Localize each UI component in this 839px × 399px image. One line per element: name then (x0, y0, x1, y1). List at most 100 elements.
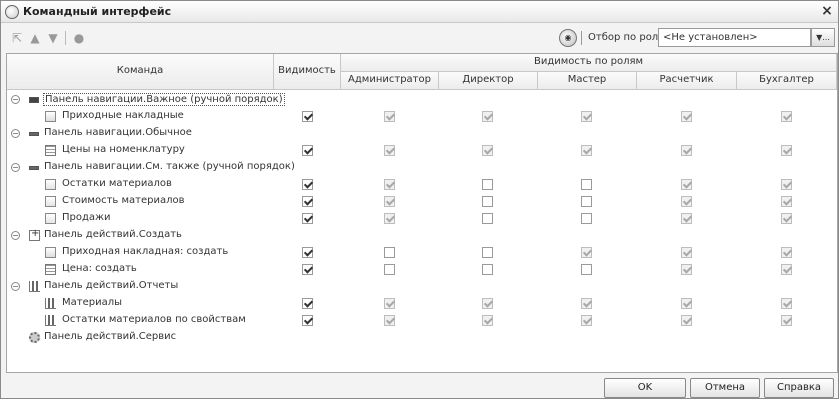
header-role[interactable]: Мастер (538, 72, 637, 90)
role-visibility-checkbox[interactable] (781, 179, 792, 190)
role-visibility-checkbox[interactable] (384, 298, 395, 309)
tree-group-row[interactable]: − Панель действий.Создать (7, 227, 837, 244)
visibility-checkbox[interactable] (302, 111, 313, 122)
header-command[interactable]: Команда (7, 54, 274, 90)
role-visibility-checkbox[interactable] (681, 145, 692, 156)
tree-group-row[interactable]: − Панель действий.Отчеты (7, 278, 837, 295)
role-visibility-checkbox[interactable] (384, 179, 395, 190)
header-visibility[interactable]: Видимость (274, 54, 341, 90)
move-to-group-icon[interactable]: ⇱ (9, 30, 25, 46)
role-visibility-checkbox[interactable] (384, 196, 395, 207)
tree-group-row[interactable]: − Панель навигации.Обычное (7, 125, 837, 142)
role-visibility-checkbox[interactable] (781, 111, 792, 122)
tree-command-row[interactable]: Материалы (7, 295, 837, 312)
role-visibility-checkbox[interactable] (384, 247, 395, 258)
role-visibility-checkbox[interactable] (482, 196, 493, 207)
commands-grid: Команда Видимость Видимость по ролям Адм… (6, 53, 838, 373)
collapse-icon[interactable]: − (11, 95, 20, 104)
move-up-icon[interactable]: ▲ (27, 30, 43, 46)
tree-command-row[interactable]: Остатки материалов (7, 176, 837, 193)
visibility-checkbox[interactable] (302, 264, 313, 275)
role-visibility-checkbox[interactable] (482, 213, 493, 224)
header-role[interactable]: Директор (439, 72, 538, 90)
tree-command-row[interactable]: Остатки материалов по свойствам (7, 312, 837, 329)
role-visibility-checkbox[interactable] (681, 264, 692, 275)
tree-command-row[interactable]: Приходная накладная: создать (7, 244, 837, 261)
tree-command-row[interactable]: Стоимость материалов (7, 193, 837, 210)
window-title: Командный интерфейс (23, 5, 172, 18)
role-visibility-checkbox[interactable] (781, 298, 792, 309)
role-visibility-checkbox[interactable] (781, 315, 792, 326)
role-visibility-checkbox[interactable] (581, 264, 592, 275)
role-visibility-checkbox[interactable] (384, 111, 395, 122)
collapse-icon[interactable]: − (11, 282, 20, 291)
role-visibility-checkbox[interactable] (781, 196, 792, 207)
navbar-icon (29, 132, 39, 136)
role-visibility-checkbox[interactable] (681, 213, 692, 224)
command-label: Материалы (62, 297, 122, 308)
role-visibility-checkbox[interactable] (681, 111, 692, 122)
role-visibility-checkbox[interactable] (482, 179, 493, 190)
role-filter-select[interactable]: <Не установлен> (658, 28, 811, 47)
role-visibility-checkbox[interactable] (482, 264, 493, 275)
role-visibility-checkbox[interactable] (681, 179, 692, 190)
header-role[interactable]: Расчетчик (637, 72, 737, 90)
role-visibility-checkbox[interactable] (581, 213, 592, 224)
role-visibility-checkbox[interactable] (384, 145, 395, 156)
header-role[interactable]: Администратор (341, 72, 439, 90)
visibility-checkbox[interactable] (302, 145, 313, 156)
visibility-checkbox[interactable] (302, 213, 313, 224)
refresh-icon[interactable]: ● (71, 30, 87, 46)
role-visibility-checkbox[interactable] (482, 145, 493, 156)
role-visibility-checkbox[interactable] (581, 196, 592, 207)
role-visibility-checkbox[interactable] (681, 298, 692, 309)
role-visibility-checkbox[interactable] (681, 315, 692, 326)
role-visibility-checkbox[interactable] (781, 264, 792, 275)
role-visibility-checkbox[interactable] (384, 264, 395, 275)
visibility-checkbox[interactable] (302, 196, 313, 207)
tree-command-row[interactable]: Цены на номенклатуру (7, 142, 837, 159)
role-visibility-checkbox[interactable] (482, 298, 493, 309)
collapse-icon[interactable]: − (11, 231, 20, 240)
header-role[interactable]: Бухгалтер (737, 72, 837, 90)
tree-command-row[interactable]: Цена: создать (7, 261, 837, 278)
role-visibility-checkbox[interactable] (581, 298, 592, 309)
role-visibility-checkbox[interactable] (384, 213, 395, 224)
cancel-button[interactable]: Отмена (690, 378, 760, 398)
role-visibility-checkbox[interactable] (781, 145, 792, 156)
tree-command-row[interactable]: Продажи (7, 210, 837, 227)
role-visibility-checkbox[interactable] (581, 179, 592, 190)
collapse-icon[interactable]: − (11, 163, 20, 172)
role-visibility-checkbox[interactable] (581, 247, 592, 258)
role-visibility-checkbox[interactable] (384, 315, 395, 326)
command-label: Приходная накладная: создать (62, 246, 229, 257)
role-visibility-checkbox[interactable] (781, 247, 792, 258)
tree-group-row[interactable]: − Панель навигации.См. также (ручной поря… (7, 159, 837, 176)
visibility-checkbox[interactable] (302, 315, 313, 326)
role-visibility-checkbox[interactable] (781, 213, 792, 224)
role-visibility-checkbox[interactable] (482, 315, 493, 326)
role-visibility-checkbox[interactable] (681, 196, 692, 207)
move-down-icon[interactable]: ▼ (45, 30, 61, 46)
role-visibility-checkbox[interactable] (581, 145, 592, 156)
tree-group-row[interactable]: Панель действий.Сервис (7, 329, 837, 346)
role-visibility-checkbox[interactable] (482, 111, 493, 122)
help-button[interactable]: Справка (764, 378, 834, 398)
tree-group-row[interactable]: − Панель навигации.Важное (ручной порядок… (7, 91, 837, 108)
visibility-checkbox[interactable] (302, 179, 313, 190)
role-visibility-checkbox[interactable] (681, 247, 692, 258)
collapse-icon[interactable]: − (11, 129, 20, 138)
close-button[interactable]: × (820, 3, 834, 19)
filter-roles-icon[interactable]: ◉ (559, 29, 577, 47)
command-label: Стоимость материалов (62, 195, 185, 206)
document-icon (45, 247, 56, 258)
role-visibility-checkbox[interactable] (581, 315, 592, 326)
ok-button[interactable]: OK (604, 378, 686, 398)
role-visibility-checkbox[interactable] (581, 111, 592, 122)
role-visibility-checkbox[interactable] (482, 247, 493, 258)
role-filter-dropdown-button[interactable]: ▼... (811, 28, 835, 47)
visibility-checkbox[interactable] (302, 247, 313, 258)
toolbar-separator (581, 31, 582, 45)
tree-command-row[interactable]: Приходные накладные (7, 108, 837, 125)
visibility-checkbox[interactable] (302, 298, 313, 309)
